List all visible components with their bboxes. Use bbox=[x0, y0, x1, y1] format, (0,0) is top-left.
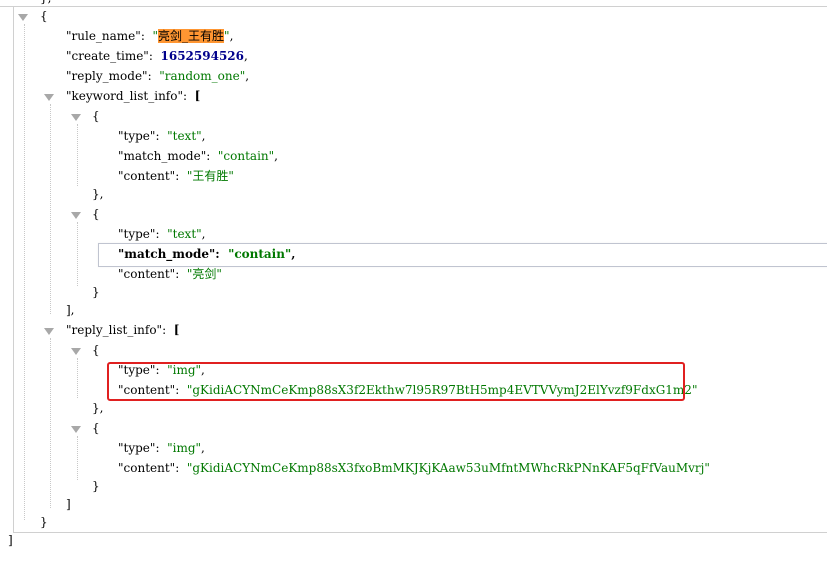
array-open-bracket: [ bbox=[194, 89, 201, 103]
json-string-value: "img" bbox=[167, 441, 202, 455]
object-close-brace: } bbox=[92, 285, 100, 299]
json-row-reply-mode: "reply_mode": "random_one", bbox=[66, 69, 250, 83]
json-key: "reply_mode" bbox=[66, 69, 148, 83]
object-close-brace: }, bbox=[92, 401, 104, 415]
json-row-match-mode: "match_mode": "contain", bbox=[118, 149, 278, 163]
json-row-rule-name: "rule_name": "亮剑_王有胜", bbox=[66, 29, 234, 43]
final-close-bracket: ] bbox=[8, 533, 13, 547]
json-string-value: "contain" bbox=[228, 247, 292, 261]
collapse-toggle-icon[interactable] bbox=[71, 348, 81, 355]
annotation-red-box bbox=[107, 362, 685, 401]
json-viewer: }, { "rule_name": "亮剑_王有胜", "create_time… bbox=[0, 0, 827, 568]
json-key: "reply_list_info" bbox=[66, 323, 163, 337]
collapse-toggle-icon[interactable] bbox=[44, 328, 54, 335]
indent-guide bbox=[77, 358, 78, 398]
json-string-value: "text" bbox=[167, 227, 202, 241]
indent-guide bbox=[77, 436, 78, 480]
json-row-reply-list-info: "reply_list_info": [ bbox=[66, 323, 180, 337]
root-close-brace: } bbox=[40, 515, 48, 529]
object-open-brace: { bbox=[92, 421, 100, 435]
json-key: "type" bbox=[118, 227, 156, 241]
json-key: "content" bbox=[118, 169, 176, 183]
json-row-type: "type": "text", bbox=[118, 129, 206, 143]
array-close-bracket: ] bbox=[66, 497, 71, 511]
json-key: "content" bbox=[118, 267, 176, 281]
json-row-create-time: "create_time": 1652594526, bbox=[66, 49, 248, 63]
object-close-brace: } bbox=[92, 479, 100, 493]
json-number-value: 1652594526 bbox=[160, 49, 245, 63]
object-open-brace: { bbox=[92, 343, 100, 357]
collapse-toggle-icon[interactable] bbox=[44, 94, 54, 101]
json-key: "create_time" bbox=[66, 49, 149, 63]
collapse-toggle-icon[interactable] bbox=[71, 426, 81, 433]
json-key: "keyword_list_info" bbox=[66, 89, 183, 103]
object-open-brace: { bbox=[92, 207, 100, 221]
json-row-content: "content": "gKidiACYNmCeKmp88sX3fxoBmMKJ… bbox=[118, 461, 710, 475]
indent-guide bbox=[77, 222, 78, 286]
frame-top-border bbox=[0, 0, 827, 7]
json-key: "content" bbox=[118, 461, 176, 475]
indent-guide bbox=[50, 338, 51, 508]
root-open-brace: { bbox=[40, 9, 48, 23]
array-open-bracket: [ bbox=[173, 323, 180, 337]
json-string-value: "text" bbox=[167, 129, 202, 143]
json-row-type: "type": "text", bbox=[118, 227, 206, 241]
json-string-value: "亮剑" bbox=[186, 267, 222, 281]
indent-guide bbox=[50, 104, 51, 314]
collapse-toggle-icon[interactable] bbox=[18, 14, 28, 21]
json-string-value: "王有胜" bbox=[186, 169, 234, 183]
indent-guide bbox=[24, 24, 25, 520]
array-close-bracket: ], bbox=[66, 303, 75, 317]
collapse-toggle-icon[interactable] bbox=[71, 114, 81, 121]
indent-guide bbox=[77, 124, 78, 186]
json-key: "rule_name" bbox=[66, 29, 141, 43]
object-close-brace: }, bbox=[92, 187, 104, 201]
json-key: "match_mode" bbox=[118, 247, 216, 261]
json-row-keyword-list-info: "keyword_list_info": [ bbox=[66, 89, 201, 103]
json-row-content: "content": "亮剑" bbox=[118, 267, 222, 281]
object-open-brace: { bbox=[92, 109, 100, 123]
json-key: "match_mode" bbox=[118, 149, 207, 163]
frame-left-border bbox=[13, 6, 14, 533]
json-string-value: "contain" bbox=[217, 149, 275, 163]
json-key: "type" bbox=[118, 441, 156, 455]
search-highlight: 亮剑_王有胜 bbox=[158, 29, 225, 43]
json-row-type: "type": "img", bbox=[118, 441, 205, 455]
collapse-toggle-icon[interactable] bbox=[71, 212, 81, 219]
json-key: "type" bbox=[118, 129, 156, 143]
frame-bottom-border bbox=[13, 532, 827, 533]
json-string-value: "random_one" bbox=[159, 69, 246, 83]
top-bracket: }, bbox=[40, 0, 51, 6]
json-row-match-mode-hovered[interactable]: "match_mode": "contain", bbox=[118, 246, 295, 262]
json-string-value: "gKidiACYNmCeKmp88sX3fxoBmMKJKjKAaw53uMf… bbox=[186, 461, 710, 475]
json-row-content: "content": "王有胜" bbox=[118, 169, 234, 183]
